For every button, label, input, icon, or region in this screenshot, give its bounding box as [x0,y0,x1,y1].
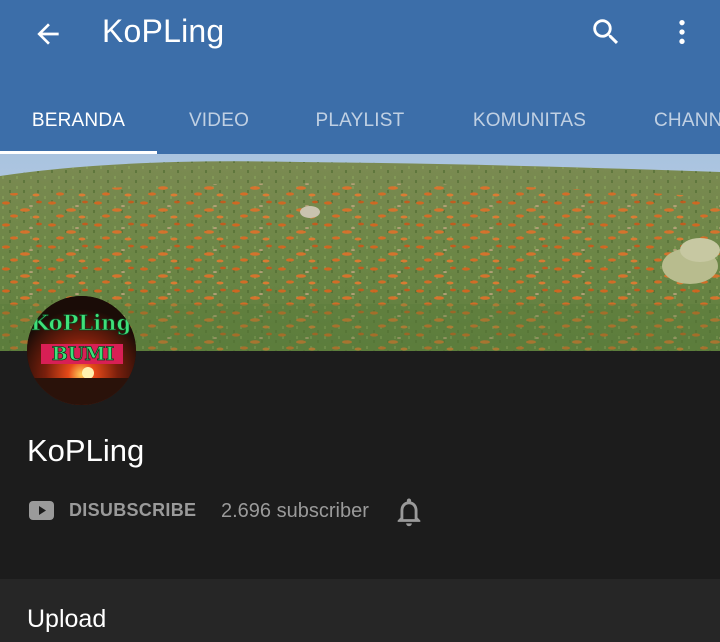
channel-name: KoPLing [27,433,145,468]
page-title: KoPLing [102,13,225,49]
tab-bar: BERANDA VIDEO PLAYLIST KOMUNITAS CHANNEL [0,88,720,154]
tab-video[interactable]: VIDEO [157,88,281,154]
search-icon [593,19,619,45]
avatar-text-line2: BUMI [52,343,115,365]
more-vert-icon [679,20,685,44]
tab-komunitas[interactable]: KOMUNITAS [439,88,620,154]
notification-bell-icon [397,498,421,527]
tab-channel[interactable]: CHANNEL [620,88,720,154]
subscriber-count: 2.696 subscriber [221,500,369,522]
app-bar: KoPLing BERANDA VIDEO PLAYLIST KOMUNITAS… [0,0,720,154]
notification-bell-button[interactable] [388,492,430,532]
tab-beranda[interactable]: BERANDA [0,88,157,154]
avatar-text-line1: KoPLing [31,310,132,335]
tab-playlist[interactable]: PLAYLIST [281,88,439,154]
section-title-upload: Upload [27,605,107,633]
more-options-button[interactable] [662,10,702,54]
arrow-back-icon [37,23,59,45]
unsubscribe-button[interactable]: DISUBSCRIBE [69,500,196,521]
search-button[interactable] [584,10,628,54]
back-button[interactable] [22,10,74,58]
youtube-icon [29,501,54,520]
channel-avatar[interactable]: KoPLing BUMI [27,296,136,405]
upload-section [0,579,720,642]
